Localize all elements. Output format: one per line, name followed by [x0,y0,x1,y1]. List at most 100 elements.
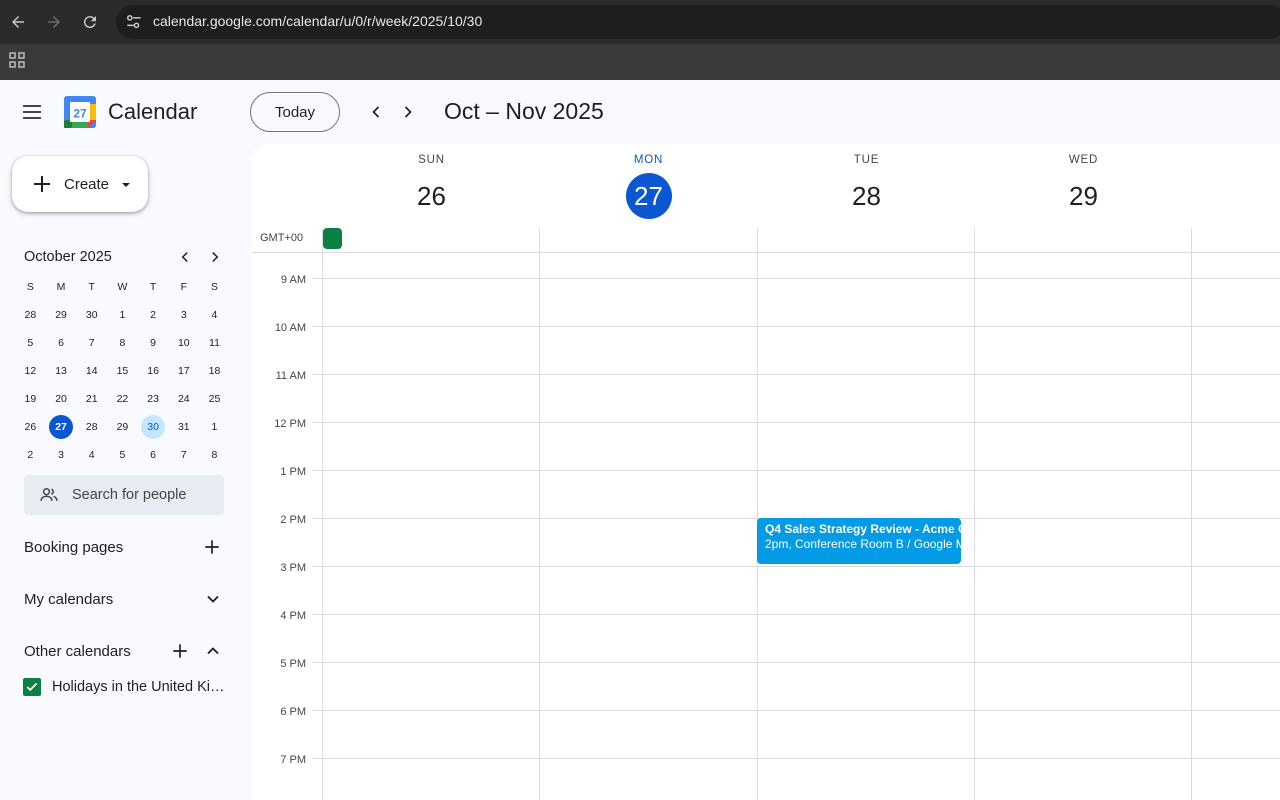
mini-day-cell[interactable]: 15 [107,357,138,385]
mini-day-cell[interactable]: 1 [107,301,138,329]
mini-day-cell[interactable]: 13 [46,357,77,385]
mini-day-cell[interactable]: 26 [15,413,46,441]
chevron-up-icon[interactable] [201,639,225,663]
time-label: 1 PM [280,466,306,478]
previous-week-icon[interactable] [364,100,388,124]
mini-day-cell[interactable]: 11 [199,329,230,357]
my-calendars-heading[interactable]: My calendars [24,591,113,608]
today-button[interactable]: Today [250,92,340,132]
next-week-icon[interactable] [396,100,420,124]
day-number[interactable]: 29 [1061,173,1107,219]
mini-day-cell[interactable]: 4 [76,441,107,469]
mini-day-cell[interactable]: 2 [138,301,169,329]
url-text[interactable]: calendar.google.com/calendar/u/0/r/week/… [153,13,482,29]
mini-day-cell[interactable]: 27 [46,413,77,441]
mini-calendar-grid: SMTWTFS 28 29 30 1 2 3 4 5 6 7 8 9 10 11 12 13 14 15 16 17 1… [15,273,230,469]
mini-day-cell[interactable]: 8 [199,441,230,469]
mini-day-cell[interactable]: 10 [168,329,199,357]
mini-day-cell[interactable]: 22 [107,385,138,413]
add-other-calendar-icon[interactable] [168,639,192,663]
event-title: Q4 Sales Strategy Review - Acme Corp [765,522,961,536]
create-button[interactable]: Create [12,156,148,212]
mini-day-number: 2 [150,309,157,321]
mini-day-cell[interactable]: 4 [199,301,230,329]
browser-toolbar: calendar.google.com/calendar/u/0/r/week/… [0,0,1280,44]
mini-week-row: 2 3 4 5 6 7 8 [15,441,230,469]
mini-day-number: 26 [24,421,37,433]
reload-icon[interactable] [78,10,102,34]
holiday-calendar-checkbox[interactable] [23,678,41,696]
forward-arrow-icon[interactable] [42,10,66,34]
mini-day-cell[interactable]: 23 [138,385,169,413]
time-label: 3 PM [280,562,306,574]
mini-day-cell[interactable]: 24 [168,385,199,413]
hour-gridline [312,614,1280,615]
mini-day-cell[interactable]: 29 [107,413,138,441]
calendar-event[interactable]: Q4 Sales Strategy Review - Acme Corp 2pm… [757,518,961,564]
mini-next-month-icon[interactable] [206,248,224,271]
mini-weekday-label: S [15,273,46,301]
site-settings-icon[interactable] [124,12,144,37]
hour-gridline [312,374,1280,375]
time-label: 6 PM [280,706,306,718]
mini-day-cell[interactable]: 25 [199,385,230,413]
booking-pages-heading[interactable]: Booking pages [24,539,123,556]
mini-day-number: 15 [116,365,129,377]
mini-day-cell[interactable]: 17 [168,357,199,385]
mini-day-cell[interactable]: 18 [199,357,230,385]
mini-day-cell[interactable]: 21 [76,385,107,413]
day-number-today[interactable]: 27 [625,173,672,219]
all-day-event-chip[interactable] [323,228,342,249]
holiday-calendar-label[interactable]: Holidays in the United Kingdom [52,679,228,695]
mini-day-cell[interactable]: 3 [168,301,199,329]
day-header-sun[interactable]: SUN 26 [323,150,540,219]
mini-calendar-title: October 2025 [24,249,112,265]
hour-gridline [312,662,1280,663]
search-people-input[interactable]: Search for people [24,475,224,515]
mini-day-cell[interactable]: 12 [15,357,46,385]
mini-day-cell[interactable]: 6 [46,329,77,357]
mini-day-cell[interactable]: 9 [138,329,169,357]
day-number[interactable]: 26 [409,173,455,219]
mini-day-cell[interactable]: 6 [138,441,169,469]
mini-day-number: 29 [55,309,67,321]
apps-grid-icon[interactable] [9,52,25,73]
mini-day-cell[interactable]: 29 [46,301,77,329]
mini-day-cell[interactable]: 31 [168,413,199,441]
hour-gridline [312,710,1280,711]
create-label: Create [64,176,110,193]
mini-day-cell[interactable]: 1 [199,413,230,441]
mini-day-cell[interactable]: 19 [15,385,46,413]
mini-day-number: 1 [119,309,126,321]
mini-day-cell[interactable]: 7 [76,329,107,357]
mini-day-cell[interactable]: 28 [76,413,107,441]
mini-day-cell[interactable]: 5 [107,441,138,469]
day-header-mon[interactable]: MON 27 [540,150,757,219]
mini-day-cell[interactable]: 28 [15,301,46,329]
time-label: 7 PM [280,754,306,766]
mini-day-cell[interactable]: 3 [46,441,77,469]
other-calendars-heading[interactable]: Other calendars [24,643,131,660]
mini-day-number: 18 [208,365,221,377]
time-label: 10 AM [274,322,306,334]
calendar-logo-icon[interactable]: 27 [64,96,96,128]
mini-previous-month-icon[interactable] [176,248,194,271]
mini-day-cell[interactable]: 30 [76,301,107,329]
chevron-down-icon[interactable] [201,587,225,611]
add-booking-page-icon[interactable] [200,535,224,559]
mini-day-number: 3 [180,309,187,321]
day-number[interactable]: 28 [844,173,890,219]
mini-day-cell[interactable]: 2 [15,441,46,469]
mini-day-cell[interactable]: 7 [168,441,199,469]
mini-day-cell[interactable]: 8 [107,329,138,357]
back-arrow-icon[interactable] [6,10,30,34]
mini-day-cell[interactable]: 5 [15,329,46,357]
day-header-tue[interactable]: TUE 28 [758,150,975,219]
app-title[interactable]: Calendar [108,99,197,125]
main-menu-icon[interactable] [20,100,44,129]
mini-day-cell[interactable]: 16 [138,357,169,385]
mini-day-cell[interactable]: 14 [76,357,107,385]
mini-day-cell[interactable]: 20 [46,385,77,413]
day-header-wed[interactable]: WED 29 [975,150,1192,219]
mini-day-cell[interactable]: 30 [138,413,169,441]
